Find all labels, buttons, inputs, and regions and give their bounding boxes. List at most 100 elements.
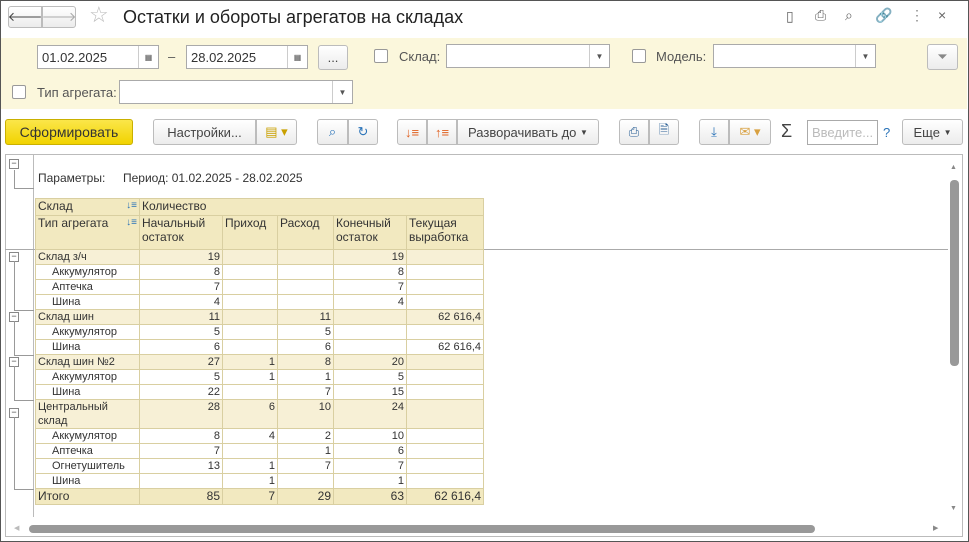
unit-type-select[interactable]: ▼ xyxy=(119,80,353,104)
print-button[interactable]: ⎙ xyxy=(619,119,649,145)
table-row[interactable]: Аптечка 7 1 6 xyxy=(35,443,484,459)
table-row[interactable]: Шина 1 1 xyxy=(35,473,484,489)
table-row[interactable]: Аккумулятор 8 4 2 10 xyxy=(35,428,484,444)
header-column: Приход xyxy=(222,215,278,250)
unit-type-label: Тип агрегата: xyxy=(37,85,117,100)
filter-button[interactable]: ⏷ xyxy=(927,44,958,70)
envelope-icon: ✉ ▾ xyxy=(739,124,761,139)
help-icon[interactable]: ? xyxy=(883,125,890,140)
cell-value: 6 xyxy=(139,339,223,355)
collapse-params-icon[interactable]: − xyxy=(9,159,19,169)
table-row[interactable]: Шина 22 7 15 xyxy=(35,384,484,400)
chevron-down-icon: ▼ xyxy=(580,127,588,137)
expand-to-button[interactable]: Разворачивать до ▼ xyxy=(457,119,599,145)
cell-value xyxy=(222,249,278,265)
sort-icon[interactable]: ↓≡ xyxy=(126,199,137,213)
print-preview-button[interactable]: 🗎 xyxy=(649,119,679,145)
scroll-up-arrow[interactable]: ▲ xyxy=(950,164,959,172)
search-button[interactable]: ⌕ xyxy=(317,119,348,145)
date-from-input[interactable]: 01.02.2025 ▦ xyxy=(37,45,159,69)
row-name: Шина xyxy=(35,384,140,400)
variant-button[interactable]: ▤ ▾ xyxy=(256,119,297,145)
sort-icon[interactable]: ↓≡ xyxy=(126,216,137,230)
cell-value: 7 xyxy=(277,458,334,474)
total-value: 7 xyxy=(222,488,278,505)
cell-value: 6 xyxy=(333,443,407,459)
cell-value: 1 xyxy=(222,369,278,385)
group-row[interactable]: Склад шин 11 11 62 616,4 xyxy=(35,309,484,325)
save-icon[interactable]: ▯ xyxy=(786,8,794,25)
warehouse-checkbox[interactable] xyxy=(374,49,388,63)
group-row[interactable]: Центральный склад 28 6 10 24 xyxy=(35,399,484,429)
send-email-button[interactable]: ✉ ▾ xyxy=(729,119,771,145)
row-name: Огнетушитель xyxy=(35,458,140,474)
calendar-icon[interactable]: ▦ xyxy=(287,46,307,68)
cell-value xyxy=(406,264,484,280)
table-row[interactable]: Аккумулятор 5 1 1 5 xyxy=(35,369,484,385)
forward-button[interactable]: 🡒 xyxy=(42,6,76,28)
more-vertical-icon[interactable]: ⋮ xyxy=(910,7,924,24)
cell-value: 62 616,4 xyxy=(406,339,484,355)
window-title: Остатки и обороты агрегатов на складах xyxy=(123,7,464,27)
table-row[interactable]: Аккумулятор 8 8 xyxy=(35,264,484,280)
chevron-down-icon[interactable]: ▼ xyxy=(332,81,352,103)
date-to-value: 28.02.2025 xyxy=(191,49,257,65)
table-row[interactable]: Шина 4 4 xyxy=(35,294,484,310)
unit-type-checkbox[interactable] xyxy=(12,85,26,99)
back-button[interactable]: 🡐 xyxy=(8,6,42,28)
settings-button[interactable]: Настройки... xyxy=(153,119,256,145)
cell-value xyxy=(222,324,278,340)
group-row[interactable]: Склад шин №2 27 1 8 20 xyxy=(35,354,484,370)
close-icon[interactable]: × xyxy=(938,7,946,23)
scroll-right-arrow[interactable]: ▶ xyxy=(933,524,938,532)
row-name: Склад шин xyxy=(35,309,140,325)
date-to-input[interactable]: 28.02.2025 ▦ xyxy=(186,45,308,69)
row-name: Аптечка xyxy=(35,443,140,459)
horizontal-scrollbar-thumb[interactable] xyxy=(29,525,815,533)
vertical-scrollbar-thumb[interactable] xyxy=(950,180,959,366)
header-warehouse[interactable]: Склад ↓≡ xyxy=(35,198,140,216)
link-icon[interactable]: 🔗 xyxy=(875,7,892,24)
period-select-button[interactable]: ... xyxy=(318,45,348,70)
scroll-down-arrow[interactable]: ▼ xyxy=(950,505,957,512)
row-name: Склад з/ч xyxy=(35,249,140,265)
total-label: Итого xyxy=(35,488,140,505)
table-row[interactable]: Аптечка 7 7 xyxy=(35,279,484,295)
table-row[interactable]: Шина 6 6 62 616,4 xyxy=(35,339,484,355)
cell-value: 7 xyxy=(333,458,407,474)
generate-button[interactable]: Сформировать xyxy=(5,119,133,145)
chevron-down-icon: ▼ xyxy=(943,127,952,137)
sum-input[interactable]: Введите... xyxy=(807,120,878,145)
cell-value: 6 xyxy=(277,339,334,355)
cell-value: 4 xyxy=(139,294,223,310)
model-select[interactable]: ▼ xyxy=(713,44,876,68)
header-unit-type[interactable]: Тип агрегата ↓≡ xyxy=(35,215,140,250)
table-row[interactable]: Огнетушитель 13 1 7 7 xyxy=(35,458,484,474)
print-icon[interactable]: ⎙ xyxy=(815,7,826,24)
sum-icon[interactable]: Σ xyxy=(781,121,792,142)
cell-value: 5 xyxy=(277,324,334,340)
cell-value xyxy=(333,339,407,355)
save-file-button[interactable]: ⤓ xyxy=(699,119,729,145)
favorite-star-icon[interactable]: ☆ xyxy=(89,2,109,28)
chevron-down-icon[interactable]: ▼ xyxy=(589,45,609,67)
more-button[interactable]: Еще ▼ xyxy=(902,119,963,145)
calendar-icon[interactable]: ▦ xyxy=(138,46,158,68)
model-checkbox[interactable] xyxy=(632,49,646,63)
cell-value: 11 xyxy=(139,309,223,325)
table-row[interactable]: Аккумулятор 5 5 xyxy=(35,324,484,340)
search-next-button[interactable]: ↻ xyxy=(348,119,378,145)
total-value: 29 xyxy=(277,488,334,505)
scroll-left-arrow[interactable]: ◀ xyxy=(14,524,19,532)
row-name: Центральный склад xyxy=(35,399,140,429)
sort-asc-button[interactable]: ↑≡ xyxy=(427,119,457,145)
warehouse-select[interactable]: ▼ xyxy=(446,44,610,68)
sort-desc-button[interactable]: ↓≡ xyxy=(397,119,427,145)
search-refresh-icon: ↻ xyxy=(357,124,369,139)
cell-value xyxy=(406,249,484,265)
preview-icon[interactable]: ⌕ xyxy=(845,7,853,24)
group-row[interactable]: Склад з/ч 19 19 xyxy=(35,249,484,265)
header-unit-type-label: Тип агрегата xyxy=(38,216,109,230)
cell-value: 1 xyxy=(333,473,407,489)
chevron-down-icon[interactable]: ▼ xyxy=(855,45,875,67)
